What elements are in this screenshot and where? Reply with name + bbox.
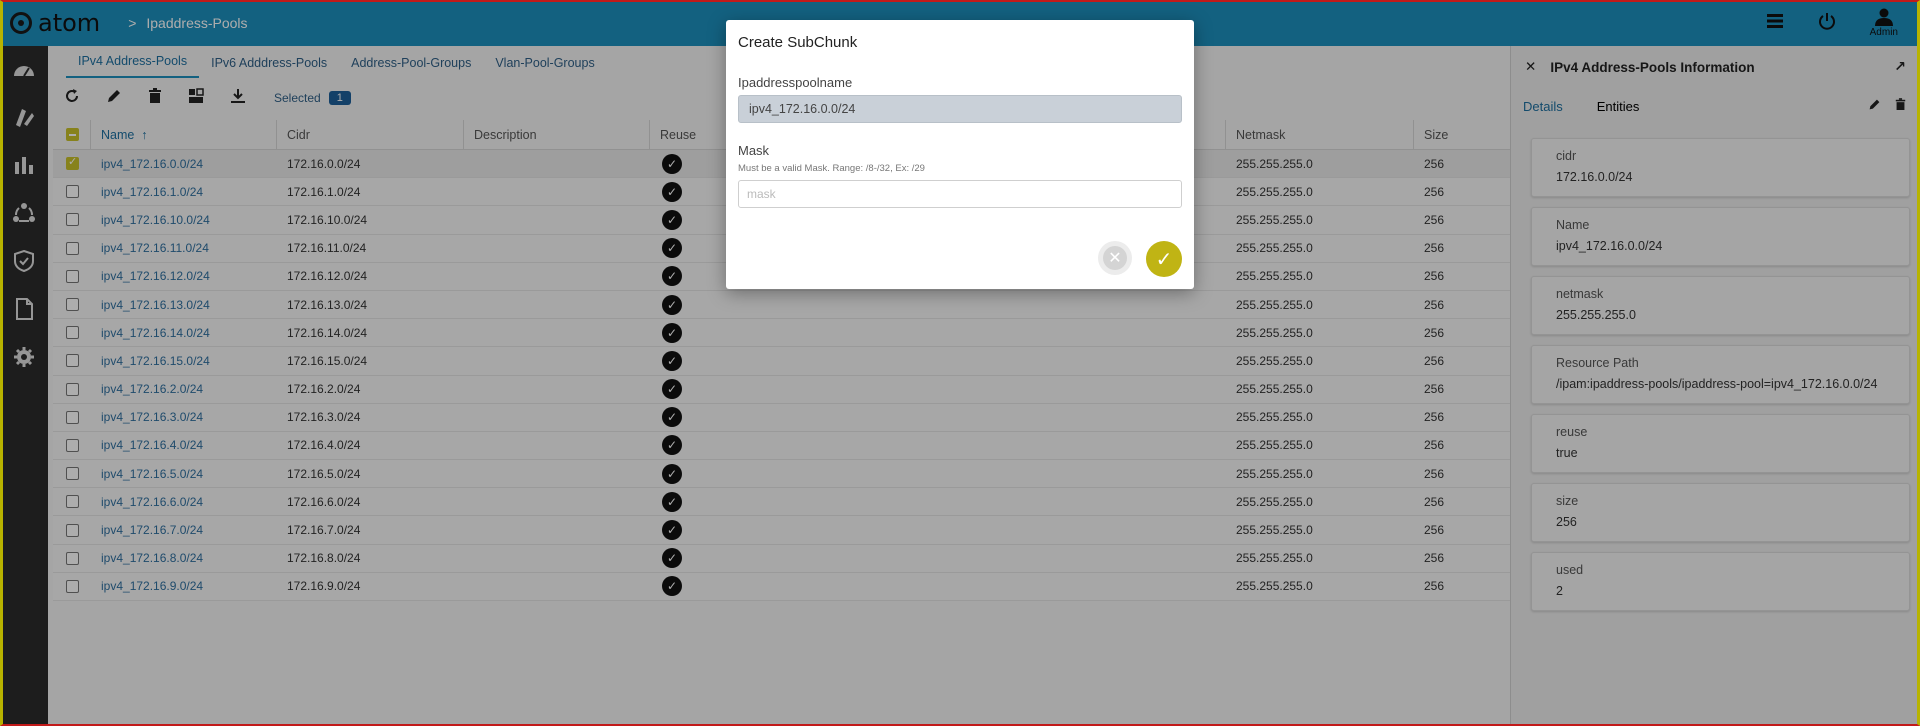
close-icon: ✕ [1103, 246, 1127, 270]
submit-button[interactable]: ✓ [1146, 241, 1182, 277]
cancel-button[interactable]: ✕ [1098, 241, 1132, 275]
mask-hint: Must be a valid Mask. Range: /8-/32, Ex:… [738, 163, 925, 174]
dialog-title: Create SubChunk [738, 34, 858, 51]
create-subchunk-dialog: Create SubChunk Ipaddresspoolname ipv4_1… [726, 20, 1194, 289]
pool-name-label: Ipaddresspoolname [738, 75, 853, 90]
mask-input[interactable] [738, 180, 1182, 208]
pool-name-field: ipv4_172.16.0.0/24 [738, 95, 1182, 123]
mask-label: Mask [738, 143, 770, 158]
check-icon: ✓ [1155, 248, 1173, 271]
